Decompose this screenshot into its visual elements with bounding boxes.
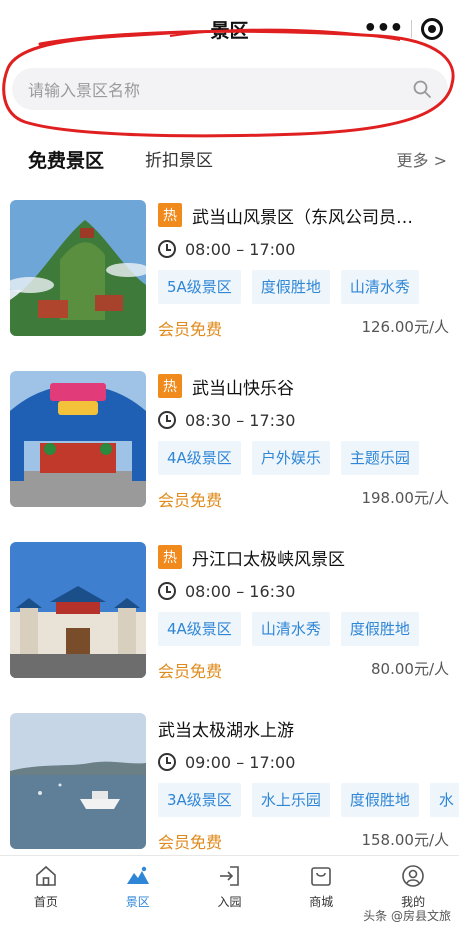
tag-list: 5A级景区 度假胜地 山清水秀 bbox=[158, 270, 459, 304]
nav-label: 入园 bbox=[217, 895, 242, 909]
tag: 水 bbox=[429, 783, 459, 817]
tag: 度假胜地 bbox=[340, 783, 419, 817]
more-dots-icon[interactable]: ••• bbox=[363, 18, 403, 40]
item-title: 武当山快乐谷 bbox=[192, 378, 294, 399]
price: 126.00元/人 bbox=[361, 318, 449, 336]
scenic-thumbnail bbox=[10, 200, 146, 336]
tag: 5A级景区 bbox=[158, 270, 241, 304]
mountain-icon bbox=[126, 866, 149, 884]
nav-label: 首页 bbox=[33, 895, 58, 909]
tag: 度假胜地 bbox=[340, 612, 419, 646]
category-tabs: 免费景区 折扣景区 更多 > bbox=[0, 142, 459, 178]
hot-badge: 热 bbox=[158, 545, 182, 569]
member-free-label: 会员免费 bbox=[158, 833, 223, 852]
item-title: 丹江口太极峡风景区 bbox=[192, 549, 345, 570]
tag-list: 4A级景区 户外娱乐 主题乐园 bbox=[158, 441, 459, 475]
more-link[interactable]: 更多 > bbox=[397, 147, 448, 171]
mini-program-capsule: ••• bbox=[359, 12, 447, 46]
tag: 4A级景区 bbox=[158, 441, 241, 475]
open-hours: 08:00 – 16:30 bbox=[185, 581, 296, 601]
scenic-list: 热 武当山风景区（东风公司员… 08:00 – 17:00 5A级景区 度假胜地… bbox=[0, 190, 459, 874]
scenic-thumbnail bbox=[10, 713, 146, 849]
item-info: 热 武当山风景区（东风公司员… 08:00 – 17:00 5A级景区 度假胜地… bbox=[158, 200, 459, 342]
item-title: 武当太极湖水上游 bbox=[158, 720, 294, 741]
user-icon bbox=[402, 865, 424, 887]
clock-icon bbox=[158, 582, 176, 600]
member-free-label: 会员免费 bbox=[158, 662, 223, 681]
scenic-thumbnail bbox=[10, 542, 146, 678]
close-target-icon[interactable] bbox=[420, 18, 443, 40]
nav-item-enter[interactable]: 入园 bbox=[184, 856, 276, 929]
list-item[interactable]: 热 武当山风景区（东风公司员… 08:00 – 17:00 5A级景区 度假胜地… bbox=[0, 190, 459, 361]
list-item[interactable]: 热 丹江口太极峡风景区 08:00 – 16:30 4A级景区 山清水秀 度假胜… bbox=[0, 532, 459, 703]
member-free-label: 会员免费 bbox=[158, 320, 223, 339]
home-icon bbox=[36, 865, 56, 886]
open-hours: 09:00 – 17:00 bbox=[185, 752, 296, 772]
tag: 山清水秀 bbox=[340, 270, 419, 304]
search-icon[interactable] bbox=[412, 79, 432, 99]
clock-icon bbox=[158, 240, 176, 258]
list-item[interactable]: 武当太极湖水上游 09:00 – 17:00 3A级景区 水上乐园 度假胜地 水… bbox=[0, 703, 459, 874]
member-free-label: 会员免费 bbox=[158, 491, 223, 510]
tag: 水上乐园 bbox=[251, 783, 330, 817]
price: 80.00元/人 bbox=[371, 660, 449, 678]
tag: 户外娱乐 bbox=[251, 441, 330, 475]
tag: 4A级景区 bbox=[158, 612, 241, 646]
price: 198.00元/人 bbox=[361, 489, 449, 507]
hot-badge: 热 bbox=[158, 203, 182, 227]
tag: 山清水秀 bbox=[251, 612, 330, 646]
enter-icon bbox=[220, 866, 240, 886]
tag-list: 4A级景区 山清水秀 度假胜地 bbox=[158, 612, 459, 646]
shop-icon bbox=[311, 867, 332, 886]
nav-item-shop[interactable]: 商城 bbox=[275, 856, 367, 929]
open-hours: 08:00 – 17:00 bbox=[185, 239, 296, 259]
item-info: 热 丹江口太极峡风景区 08:00 – 16:30 4A级景区 山清水秀 度假胜… bbox=[158, 542, 459, 684]
tag: 3A级景区 bbox=[158, 783, 241, 817]
tab-discount[interactable]: 折扣景区 bbox=[145, 146, 213, 171]
hot-badge: 热 bbox=[158, 374, 182, 398]
tab-free[interactable]: 免费景区 bbox=[28, 146, 104, 173]
tag-list: 3A级景区 水上乐园 度假胜地 水 bbox=[158, 783, 459, 817]
item-title: 武当山风景区（东风公司员… bbox=[192, 207, 413, 228]
tag: 主题乐园 bbox=[340, 441, 419, 475]
nav-item-home[interactable]: 首页 bbox=[0, 856, 92, 929]
list-item[interactable]: 热 武当山快乐谷 08:30 – 17:30 4A级景区 户外娱乐 主题乐园 会… bbox=[0, 361, 459, 532]
nav-label: 景区 bbox=[125, 895, 150, 909]
price: 158.00元/人 bbox=[361, 831, 449, 849]
search-placeholder: 请输入景区名称 bbox=[28, 81, 141, 100]
nav-label: 商城 bbox=[309, 895, 334, 909]
scenic-thumbnail bbox=[10, 371, 146, 507]
open-hours: 08:30 – 17:30 bbox=[185, 410, 296, 430]
watermark: 头条 @房县文旅 bbox=[363, 909, 451, 923]
item-info: 热 武当山快乐谷 08:30 – 17:30 4A级景区 户外娱乐 主题乐园 会… bbox=[158, 371, 459, 513]
clock-icon bbox=[158, 753, 176, 771]
tag: 度假胜地 bbox=[251, 270, 330, 304]
clock-icon bbox=[158, 411, 176, 429]
nav-item-scenic[interactable]: 景区 bbox=[92, 856, 184, 929]
search-input[interactable]: 请输入景区名称 bbox=[12, 68, 448, 110]
header: 景区 ••• bbox=[0, 0, 459, 62]
capsule-divider bbox=[411, 20, 413, 38]
item-info: 武当太极湖水上游 09:00 – 17:00 3A级景区 水上乐园 度假胜地 水… bbox=[158, 713, 459, 855]
